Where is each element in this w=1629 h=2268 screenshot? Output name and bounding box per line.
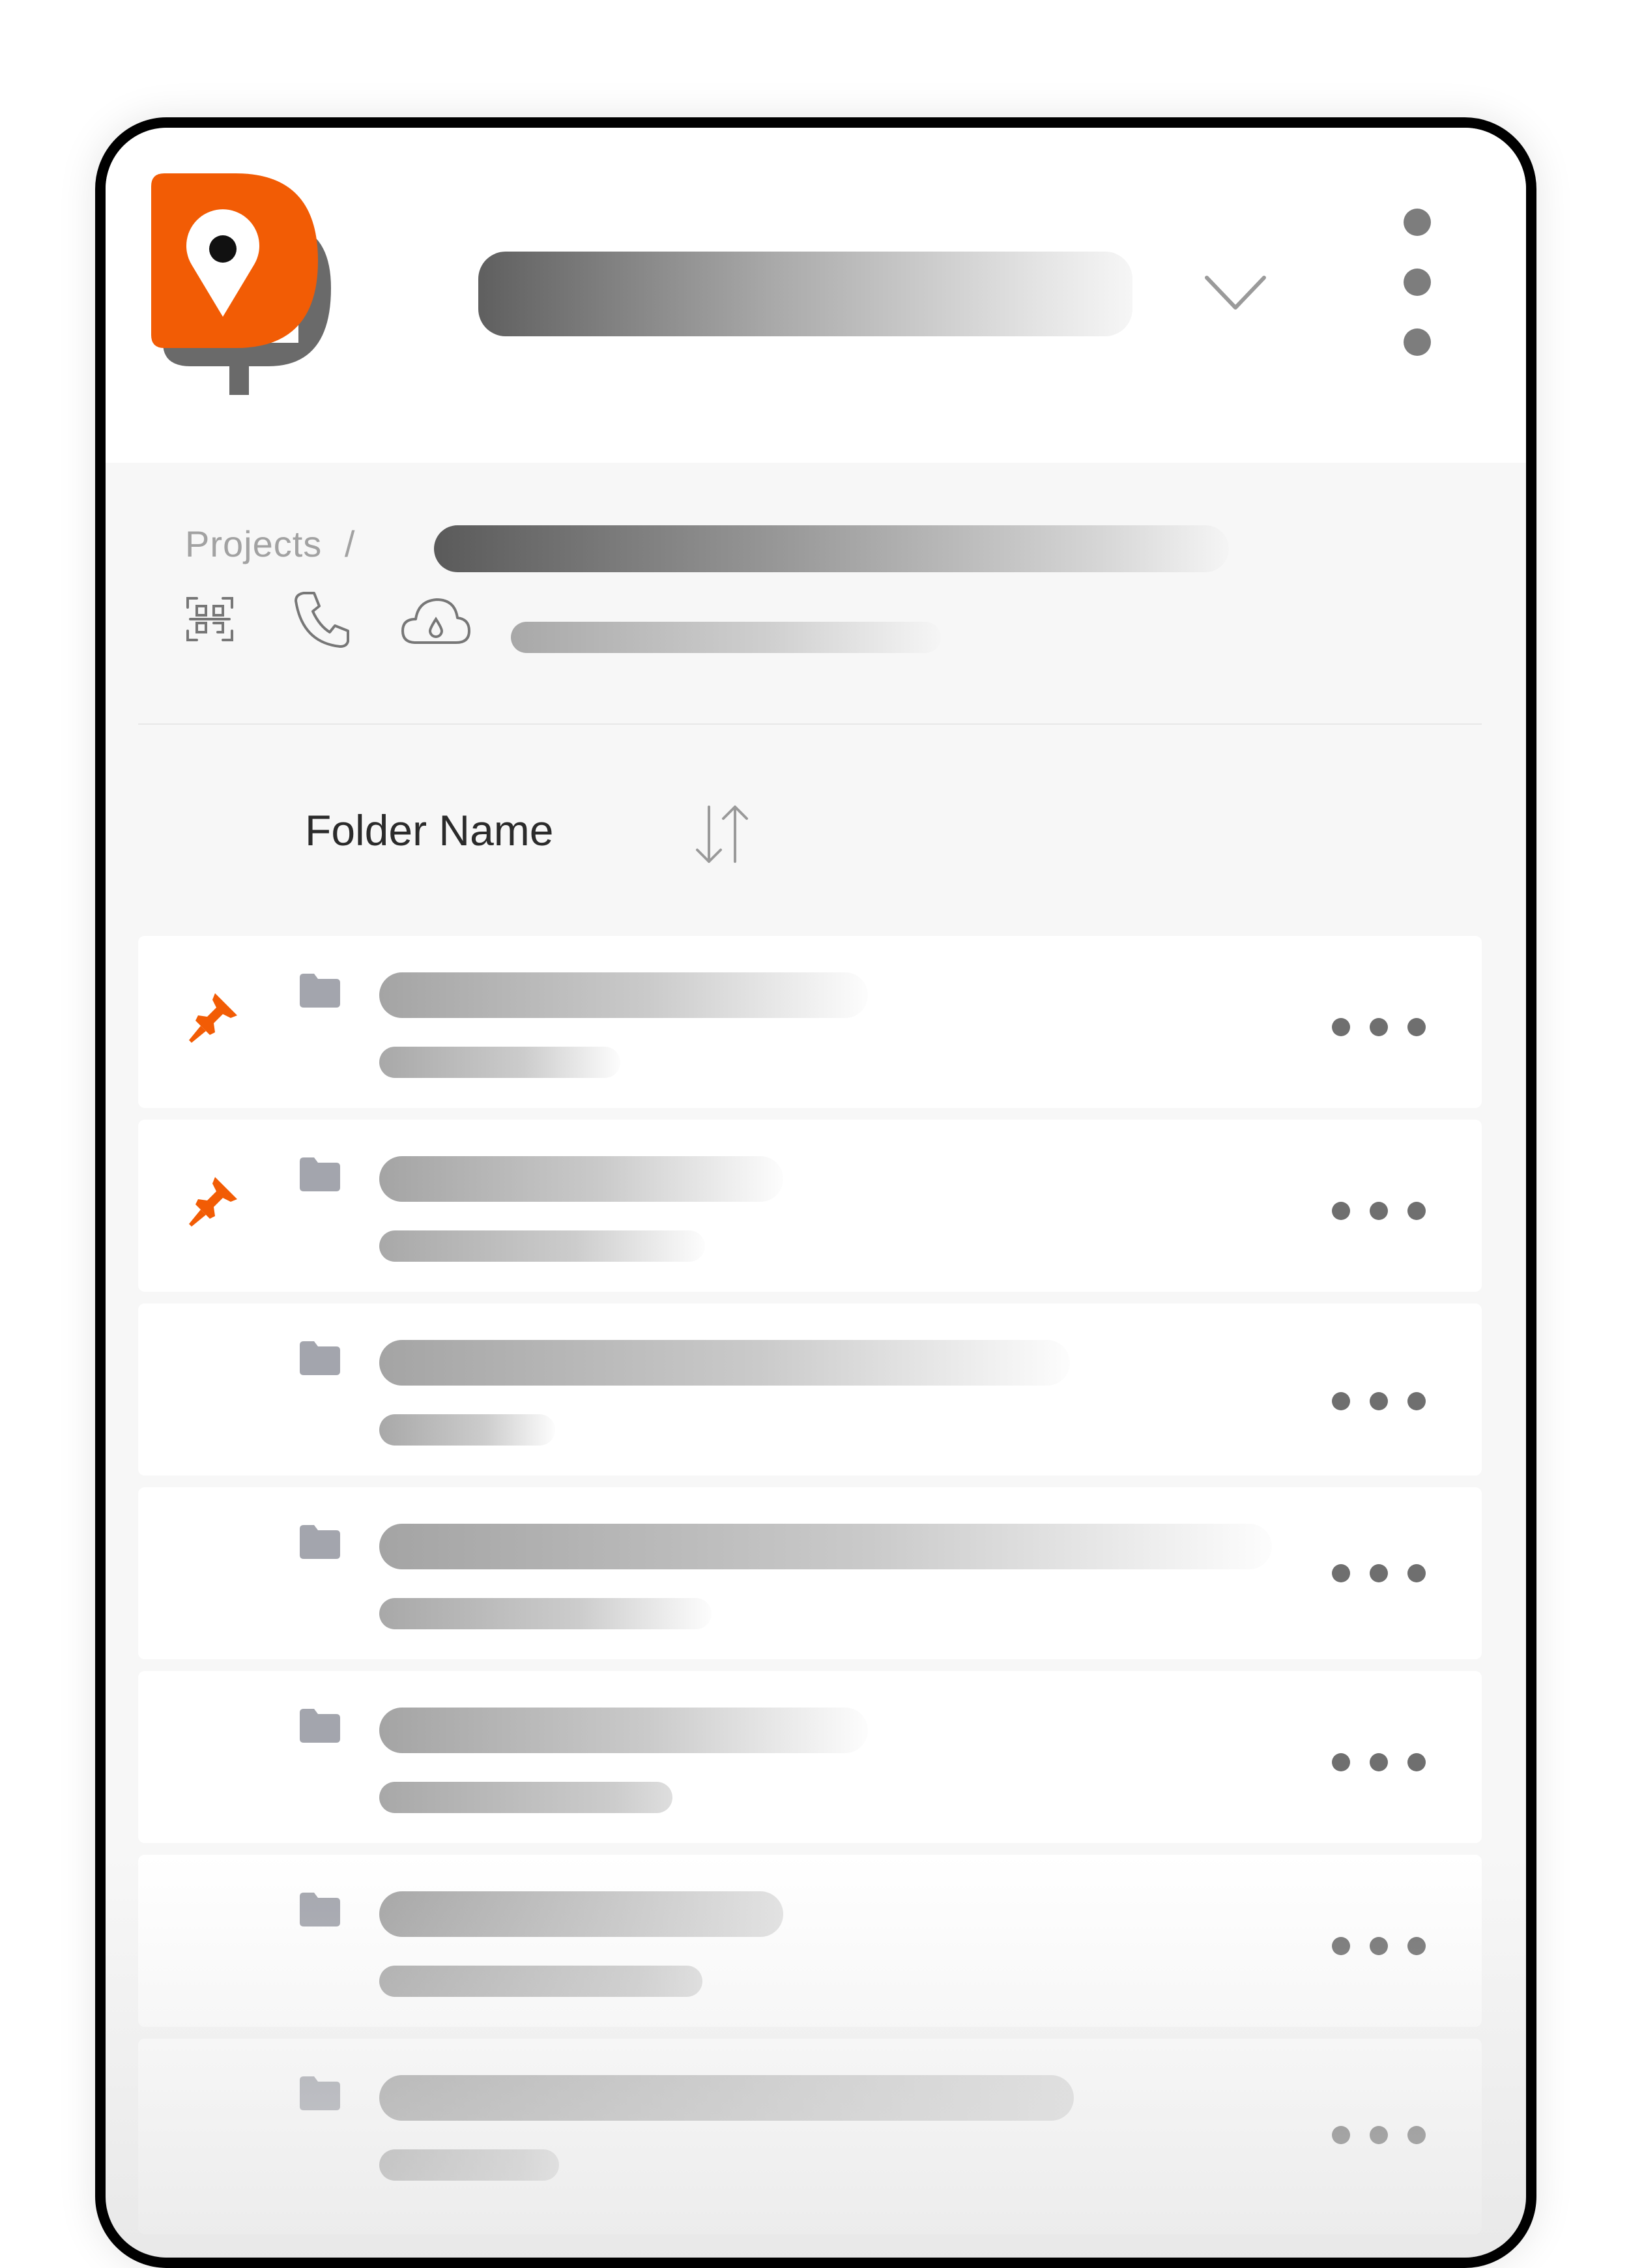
section-divider xyxy=(138,723,1482,725)
folder-meta-placeholder xyxy=(379,1230,705,1262)
folder-name-placeholder xyxy=(379,2075,1074,2121)
folder-icon xyxy=(300,974,340,1008)
breadcrumb-separator: / xyxy=(344,523,356,564)
project-info-placeholder xyxy=(511,622,941,653)
list-item[interactable] xyxy=(138,1303,1482,1476)
folder-meta-placeholder xyxy=(379,1047,620,1078)
folder-icon xyxy=(300,1893,340,1926)
pin-icon[interactable] xyxy=(184,1172,242,1230)
list-item[interactable] xyxy=(138,936,1482,1108)
column-header-folder-name[interactable]: Folder Name xyxy=(305,806,553,855)
folder-icon xyxy=(300,1157,340,1191)
chevron-down-icon[interactable] xyxy=(1203,271,1268,317)
phone-screen: Projects / Folder Name xyxy=(95,117,1536,2268)
breadcrumb-current-placeholder xyxy=(434,525,1229,572)
folder-icon xyxy=(300,1525,340,1559)
cloud-drop-icon[interactable] xyxy=(400,590,472,649)
folder-meta-placeholder xyxy=(379,1414,555,1446)
more-options-icon[interactable] xyxy=(1328,1013,1432,1039)
folder-name-placeholder xyxy=(379,972,868,1018)
more-options-icon[interactable] xyxy=(1328,2121,1432,2147)
more-options-icon[interactable] xyxy=(1328,1748,1432,1774)
folder-meta-placeholder xyxy=(379,1966,702,1997)
more-options-icon[interactable] xyxy=(1328,1559,1432,1585)
more-options-icon[interactable] xyxy=(1328,1197,1432,1223)
project-title-placeholder[interactable] xyxy=(478,252,1132,336)
folder-icon xyxy=(300,1341,340,1375)
phone-icon[interactable] xyxy=(289,587,354,652)
folder-name-placeholder xyxy=(379,1891,783,1937)
folder-name-placeholder xyxy=(379,1524,1272,1569)
more-options-icon[interactable] xyxy=(1328,1387,1432,1413)
folder-name-placeholder xyxy=(379,1708,868,1753)
folder-meta-placeholder xyxy=(379,2149,559,2181)
folder-meta-placeholder xyxy=(379,1598,712,1629)
folder-name-placeholder xyxy=(379,1340,1070,1386)
app-header xyxy=(106,128,1526,463)
sort-arrows-icon[interactable] xyxy=(684,799,756,871)
pin-icon[interactable] xyxy=(184,988,242,1047)
list-item[interactable] xyxy=(138,2039,1482,2234)
list-item[interactable] xyxy=(138,1487,1482,1659)
folder-meta-placeholder xyxy=(379,1782,672,1813)
folder-name-placeholder xyxy=(379,1156,783,1202)
list-item[interactable] xyxy=(138,1120,1482,1292)
folder-icon xyxy=(300,1709,340,1743)
list-item[interactable] xyxy=(138,1671,1482,1843)
breadcrumb-root[interactable]: Projects xyxy=(185,523,322,564)
more-options-icon[interactable] xyxy=(1328,1932,1432,1958)
qr-code-icon[interactable] xyxy=(185,594,235,644)
vertical-dots-icon[interactable] xyxy=(1397,209,1436,371)
folder-icon xyxy=(300,2076,340,2110)
list-item[interactable] xyxy=(138,1855,1482,2027)
breadcrumb[interactable]: Projects / xyxy=(185,523,355,565)
location-pin-logo-icon[interactable] xyxy=(151,173,340,408)
